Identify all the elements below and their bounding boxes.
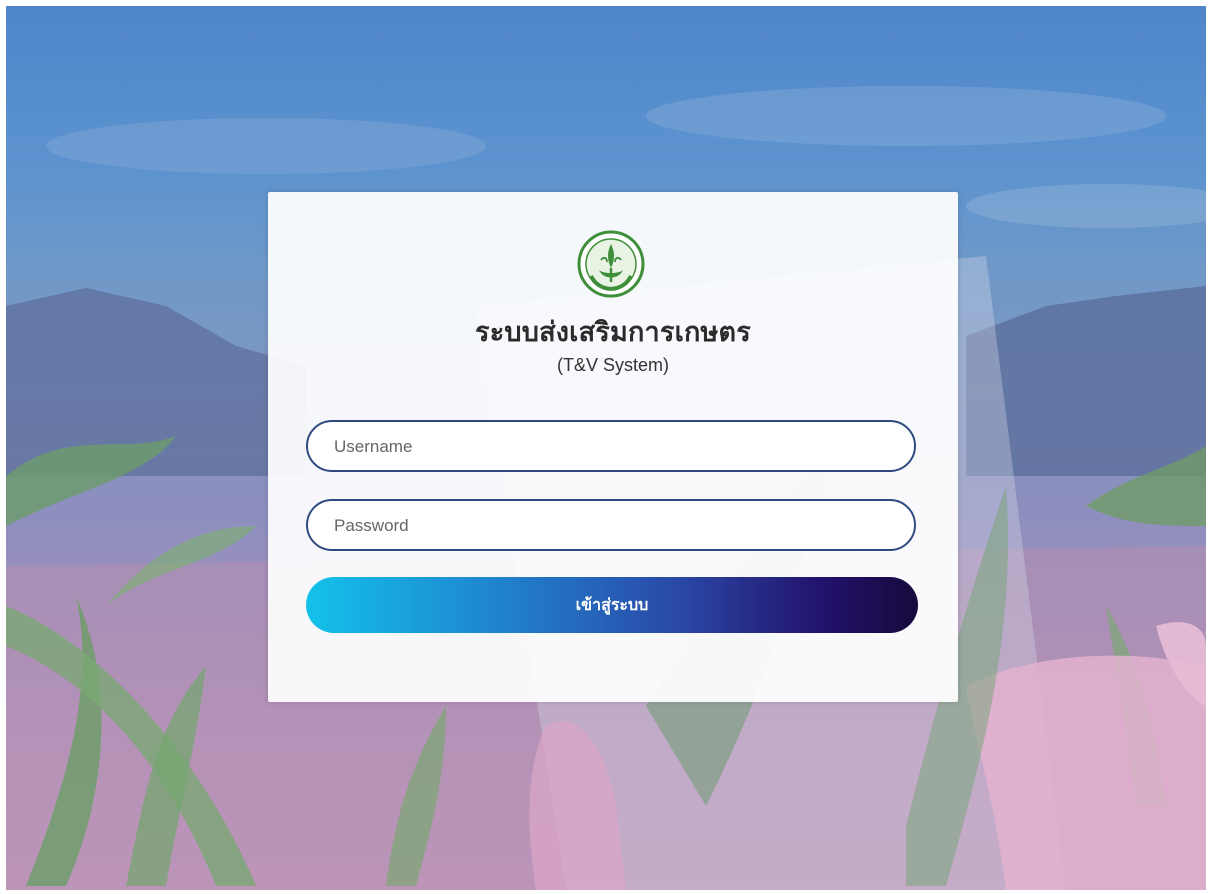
username-input[interactable] — [332, 422, 896, 471]
username-field[interactable] — [306, 420, 916, 472]
password-input[interactable] — [332, 501, 896, 550]
password-field[interactable] — [306, 499, 916, 551]
system-title: ระบบส่งเสริมการเกษตร — [475, 317, 751, 348]
page: ระบบส่งเสริมการเกษตร (T&V System) เข้าสู… — [0, 0, 1212, 894]
login-button[interactable]: เข้าสู่ระบบ — [306, 577, 918, 633]
login-card: ระบบส่งเสริมการเกษตร (T&V System) เข้าสู… — [268, 192, 958, 702]
system-subtitle: (T&V System) — [556, 355, 669, 375]
agriculture-department-seal-icon — [577, 230, 645, 298]
